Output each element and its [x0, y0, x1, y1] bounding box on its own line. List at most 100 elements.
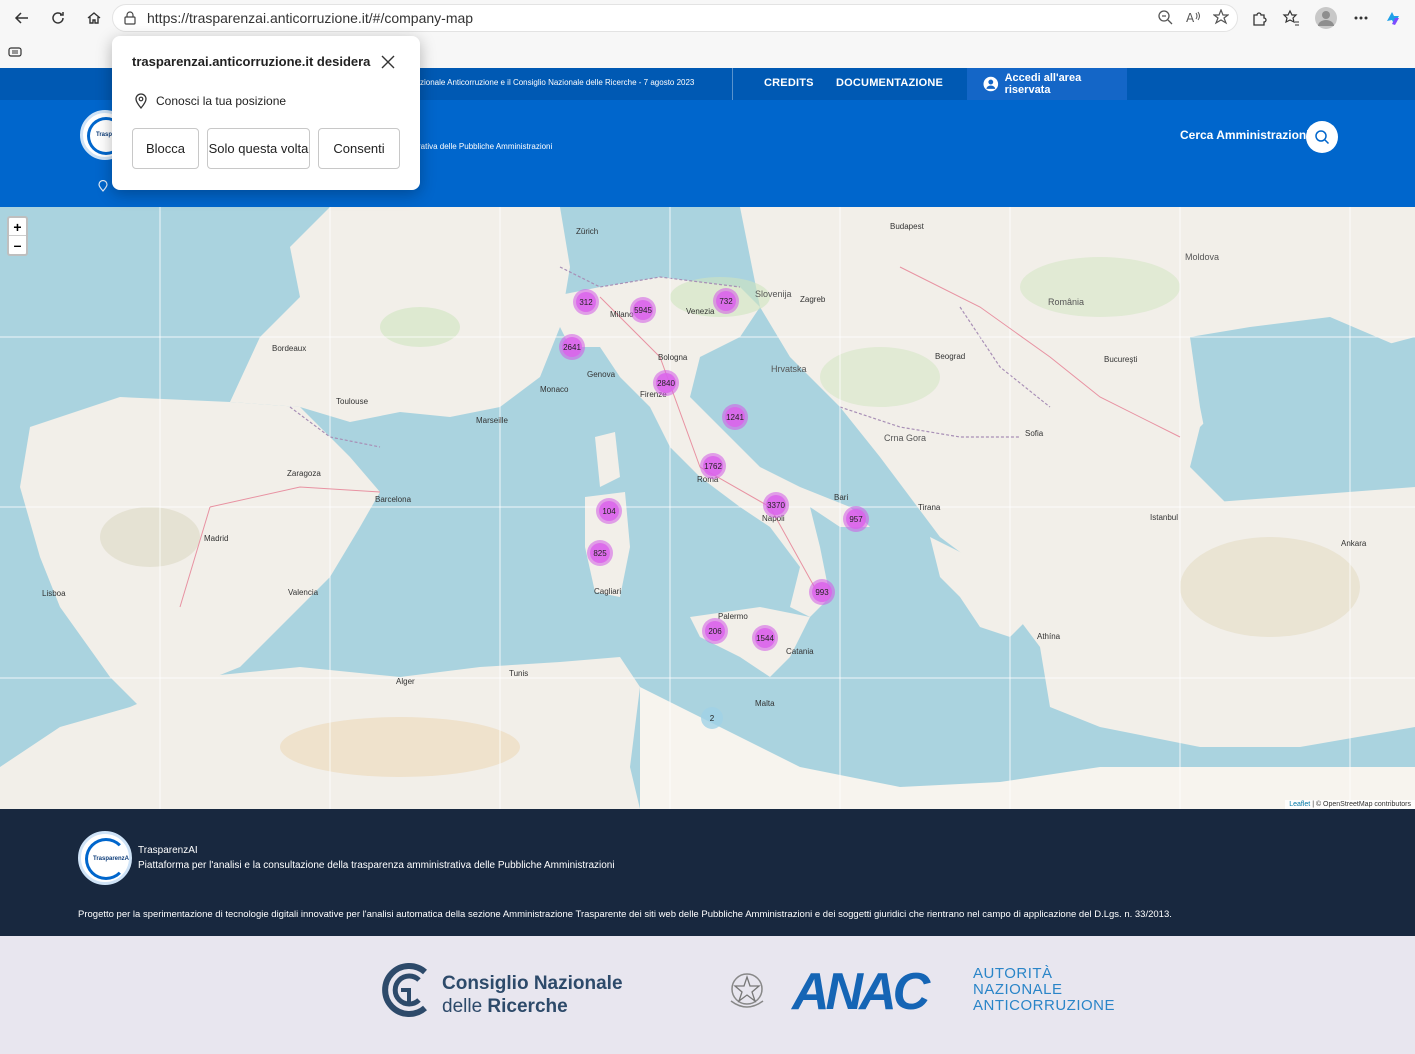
- map-label: Athína: [1037, 632, 1061, 641]
- map-label: Toulouse: [336, 397, 369, 406]
- map-label: Valencia: [288, 588, 319, 597]
- copilot-icon[interactable]: [1384, 9, 1402, 27]
- extensions-icon[interactable]: [1250, 9, 1268, 27]
- marker-cluster[interactable]: 1241: [722, 404, 748, 430]
- location-permission-popup: trasparenzai.anticorruzione.it desidera …: [112, 36, 420, 190]
- company-map[interactable]: + – 312 5945 732 2641 2840 1241 1762 104…: [0, 207, 1415, 809]
- address-bar[interactable]: https://trasparenzai.anticorruzione.it/#…: [112, 4, 1238, 32]
- more-menu-icon[interactable]: [1352, 9, 1370, 27]
- marker-cluster[interactable]: 3370: [763, 492, 789, 518]
- url-text: https://trasparenzai.anticorruzione.it/#…: [147, 10, 474, 26]
- map-label: Tunis: [509, 669, 529, 678]
- leaflet-link[interactable]: Leaflet: [1289, 801, 1310, 808]
- marker-cluster[interactable]: 1762: [700, 453, 726, 479]
- footer-description: Piattaforma per l'analisi e la consultaz…: [138, 860, 615, 871]
- marker-cluster[interactable]: 993: [809, 579, 835, 605]
- map-label: Barcelona: [375, 495, 412, 504]
- marker-cluster[interactable]: 104: [596, 498, 622, 524]
- collections-icon[interactable]: [8, 45, 22, 59]
- italian-emblem-icon: [730, 973, 764, 1008]
- marker-cluster[interactable]: 206: [702, 618, 728, 644]
- read-aloud-icon[interactable]: A: [1185, 9, 1201, 25]
- map-label: Bari: [834, 493, 849, 502]
- site-footer: TrasparenzAI TrasparenzAI Piattaforma pe…: [0, 809, 1415, 936]
- zoom-control: + –: [7, 216, 28, 256]
- map-label: Cagliari: [594, 587, 622, 596]
- login-button[interactable]: Accedi all'area riservata: [967, 68, 1127, 100]
- back-icon[interactable]: [8, 4, 36, 32]
- browser-toolbar: https://trasparenzai.anticorruzione.it/#…: [0, 0, 1415, 36]
- close-icon[interactable]: [380, 54, 396, 70]
- svg-text:A: A: [1186, 11, 1195, 25]
- anac-name: AUTORITÀ NAZIONALE ANTICORRUZIONE: [973, 965, 1115, 1014]
- favorite-star-icon[interactable]: [1213, 9, 1229, 25]
- cnr-logo-icon[interactable]: [379, 962, 437, 1018]
- marker-cluster[interactable]: 312: [573, 289, 599, 315]
- documentation-link[interactable]: DOCUMENTAZIONE: [836, 77, 943, 89]
- allow-once-button[interactable]: Solo questa volta: [207, 128, 310, 169]
- map-label: Zagreb: [800, 295, 826, 304]
- map-label: România: [1048, 297, 1085, 307]
- map-label: Catania: [786, 647, 814, 656]
- map-label: Hrvatska: [771, 364, 807, 374]
- home-icon[interactable]: [80, 4, 108, 32]
- map-label: Moldova: [1185, 252, 1220, 262]
- permission-label: Conosci la tua posizione: [156, 94, 287, 108]
- map-label: Alger: [396, 677, 415, 686]
- map-label: Malta: [755, 699, 775, 708]
- map-label: Monaco: [540, 385, 569, 394]
- footer-note: Progetto per la sperimentazione di tecno…: [78, 909, 1172, 920]
- anac-logo[interactable]: ANAC: [792, 966, 930, 1018]
- zoom-in-button[interactable]: +: [9, 218, 26, 236]
- map-label: Zaragoza: [287, 469, 321, 478]
- zoom-out-button[interactable]: –: [9, 236, 26, 254]
- footer-logo: TrasparenzAI: [78, 831, 132, 885]
- marker-cluster[interactable]: 957: [843, 506, 869, 532]
- map-label: Sofia: [1025, 429, 1044, 438]
- map-label: Beograd: [935, 352, 966, 361]
- topbar-note: zionale Anticorruzione e il Consiglio Na…: [420, 78, 695, 87]
- search-icon: [1315, 130, 1330, 145]
- credits-link[interactable]: CREDITS: [764, 77, 814, 89]
- profile-avatar-icon[interactable]: [1314, 6, 1338, 30]
- allow-button[interactable]: Consenti: [318, 128, 400, 169]
- marker-cluster[interactable]: 2641: [559, 334, 585, 360]
- map-label: Ankara: [1341, 539, 1367, 548]
- map-label: Bologna: [658, 353, 688, 362]
- block-button[interactable]: Blocca: [132, 128, 199, 169]
- map-pin-icon: [98, 180, 108, 192]
- marker-cluster-small[interactable]: 2: [701, 707, 723, 729]
- divider: [732, 68, 733, 100]
- favorites-icon[interactable]: [1282, 9, 1300, 27]
- map-label: Budapest: [890, 222, 924, 231]
- map-label: Bordeaux: [272, 344, 307, 353]
- user-icon: [983, 76, 999, 92]
- site-info-icon[interactable]: [123, 11, 137, 25]
- search-button[interactable]: [1306, 121, 1338, 153]
- marker-cluster[interactable]: 5945: [630, 297, 656, 323]
- popup-title: trasparenzai.anticorruzione.it desidera: [132, 54, 371, 69]
- reload-icon[interactable]: [44, 4, 72, 32]
- search-label[interactable]: Cerca Amministrazioni: [1180, 128, 1310, 142]
- map-label: Madrid: [204, 534, 229, 543]
- header-subtitle: rativa delle Pubbliche Amministrazioni: [418, 142, 553, 151]
- map-label: Istanbul: [1150, 513, 1179, 522]
- map-label: Bucureşti: [1104, 355, 1138, 364]
- marker-cluster[interactable]: 2840: [653, 370, 679, 396]
- header-nav: [98, 180, 108, 192]
- permission-row: Conosci la tua posizione: [134, 93, 286, 109]
- map-label: Lisboa: [42, 589, 66, 598]
- marker-cluster[interactable]: 732: [713, 288, 739, 314]
- map-label: Venezia: [686, 307, 715, 316]
- zoom-icon[interactable]: [1157, 9, 1173, 25]
- login-label: Accedi all'area riservata: [1004, 72, 1082, 96]
- marker-cluster[interactable]: 1544: [752, 625, 778, 651]
- map-label: Crna Gora: [884, 433, 927, 443]
- map-attribution: Leaflet | © OpenStreetMap contributors: [1285, 800, 1415, 809]
- marker-cluster[interactable]: 825: [587, 540, 613, 566]
- map-label: Zürich: [576, 227, 599, 236]
- osm-attribution: | © OpenStreetMap contributors: [1312, 801, 1411, 808]
- map-label: Genova: [587, 370, 616, 379]
- location-icon: [135, 93, 147, 109]
- map-label: Tirana: [918, 503, 941, 512]
